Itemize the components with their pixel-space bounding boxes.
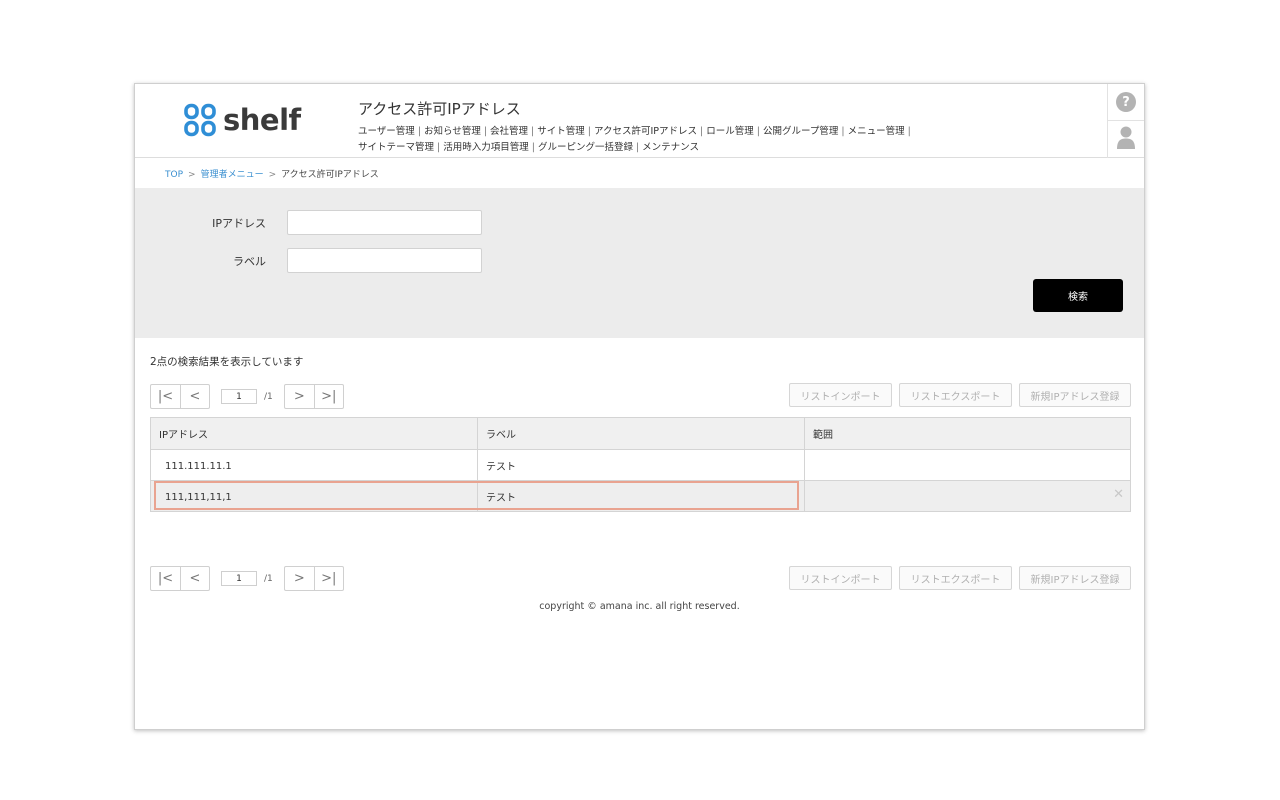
page-number-input[interactable]	[221, 389, 257, 404]
menu-item-role-management[interactable]: ロール管理	[706, 126, 754, 137]
menu-separator: |	[531, 126, 535, 137]
label-field-label: ラベル	[233, 255, 266, 268]
breadcrumb-admin-menu-link[interactable]: 管理者メニュー	[201, 170, 264, 180]
menu-item-company-management[interactable]: 会社管理	[490, 126, 528, 137]
menu-separator: |	[531, 141, 535, 153]
search-panel: IPアドレス ラベル 検索	[135, 188, 1144, 338]
menu-separator: |	[907, 126, 911, 137]
new-ip-register-button[interactable]: 新規IPアドレス登録	[1019, 383, 1131, 407]
menu-item-menu-management[interactable]: メニュー管理	[848, 126, 905, 137]
last-page-button[interactable]: >|	[313, 567, 343, 590]
menu-separator: |	[437, 141, 441, 153]
breadcrumb-current: アクセス許可IPアドレス	[281, 170, 379, 180]
new-ip-register-button[interactable]: 新規IPアドレス登録	[1019, 566, 1131, 590]
label-cell: テスト	[477, 481, 804, 511]
shelf-logo-icon	[183, 103, 217, 137]
first-page-button[interactable]: |<	[151, 385, 180, 408]
list-import-button[interactable]: リストインポート	[789, 383, 892, 407]
column-header-ip: IPアドレス	[159, 430, 208, 441]
pager-prev-group: |< <	[150, 384, 210, 409]
help-icon: ?	[1116, 92, 1136, 112]
ip-cell: 111.111.11.1	[151, 450, 477, 480]
next-page-button[interactable]: >	[285, 385, 314, 408]
user-icon	[1117, 125, 1135, 153]
page-number-input[interactable]	[221, 571, 257, 586]
ip-address-label: IPアドレス	[212, 217, 266, 230]
logo[interactable]: shelf	[183, 103, 301, 137]
list-import-button[interactable]: リストインポート	[789, 566, 892, 590]
search-button[interactable]: 検索	[1033, 279, 1123, 312]
menu-item-site-theme-management[interactable]: サイトテーマ管理	[358, 142, 434, 153]
app-window: shelf アクセス許可IPアドレス ユーザー管理 | お知らせ管理 | 会社管理 | サイ…	[134, 83, 1145, 730]
menu-item-public-group-management[interactable]: 公開グループ管理	[763, 126, 838, 137]
pager-prev-group: |< <	[150, 566, 210, 591]
menu-separator: |	[841, 126, 845, 137]
actions-top: リストインポート リストエクスポート 新規IPアドレス登録	[789, 383, 1131, 407]
first-page-button[interactable]: |<	[151, 567, 180, 590]
ip-value: 111.111.11.1	[165, 460, 232, 472]
user-button[interactable]	[1108, 121, 1144, 157]
help-button[interactable]: ?	[1108, 84, 1144, 121]
breadcrumb-top-link[interactable]: TOP	[165, 170, 183, 180]
ip-table: IPアドレス ラベル 範囲 111.111.11.1 テスト 111,111,1…	[150, 417, 1131, 512]
table-header-row: IPアドレス ラベル 範囲	[151, 418, 1130, 449]
table-row-selected[interactable]: 111,111,11,1 テスト ✕	[151, 480, 1130, 511]
page-title: アクセス許可IPアドレス	[358, 100, 521, 118]
label-cell: テスト	[477, 450, 804, 480]
menu-item-allowed-ip[interactable]: アクセス許可IPアドレス	[594, 126, 697, 137]
label-value: テスト	[486, 461, 516, 473]
next-page-button[interactable]: >	[285, 567, 314, 590]
menu-separator: |	[756, 126, 760, 137]
menu-separator: |	[417, 126, 422, 137]
result-count: 2点の検索結果を表示しています	[150, 356, 304, 368]
last-page-button[interactable]: >|	[313, 385, 343, 408]
pager-bottom: |< < /1 > >|	[150, 566, 344, 591]
page-total: /1	[264, 573, 273, 584]
menu-separator: |	[635, 141, 640, 153]
menu-item-maintenance[interactable]: メンテナンス	[642, 142, 699, 153]
ip-address-input[interactable]	[287, 210, 482, 235]
label-value: テスト	[486, 492, 516, 504]
copyright: copyright © amana inc. all right reserve…	[539, 601, 740, 612]
label-input[interactable]	[287, 248, 482, 273]
pager-top: |< < /1 > >|	[150, 384, 344, 409]
admin-menu: ユーザー管理 | お知らせ管理 | 会社管理 | サイト管理 | アクセス許可IPアドレス | ロー…	[358, 124, 918, 155]
delete-row-icon[interactable]: ✕	[1113, 488, 1124, 501]
logo-text: shelf	[223, 102, 301, 137]
page-total: /1	[264, 391, 273, 402]
breadcrumb: TOP > 管理者メニュー > アクセス許可IPアドレス	[165, 167, 379, 180]
list-export-button[interactable]: リストエクスポート	[899, 383, 1012, 407]
header-side-icons: ?	[1107, 84, 1144, 158]
prev-page-button[interactable]: <	[180, 385, 209, 408]
prev-page-button[interactable]: <	[180, 567, 209, 590]
table-row[interactable]: 111.111.11.1 テスト	[151, 449, 1130, 480]
menu-separator: |	[587, 126, 591, 137]
menu-separator: |	[483, 126, 488, 137]
pager-next-group: > >|	[283, 566, 344, 591]
breadcrumb-arrow: >	[188, 170, 196, 180]
ip-cell: 111,111,11,1	[151, 481, 477, 511]
menu-item-input-field-management[interactable]: 活用時入力項目管理	[443, 142, 529, 153]
range-cell	[804, 450, 1130, 480]
pager-next-group: > >|	[283, 384, 344, 409]
range-cell: ✕	[804, 481, 1130, 511]
actions-bottom: リストインポート リストエクスポート 新規IPアドレス登録	[789, 566, 1131, 590]
menu-item-notice-management[interactable]: お知らせ管理	[424, 126, 481, 137]
ip-value: 111,111,11,1	[165, 491, 232, 503]
menu-separator: |	[700, 126, 704, 137]
menu-item-user-management[interactable]: ユーザー管理	[358, 126, 415, 137]
menu-item-bulk-grouping[interactable]: グルーピング一括登録	[538, 142, 633, 153]
breadcrumb-arrow: >	[268, 170, 277, 180]
column-header-label: ラベル	[477, 418, 804, 449]
column-header-range: 範囲	[804, 418, 1130, 449]
list-export-button[interactable]: リストエクスポート	[899, 566, 1012, 590]
header: shelf アクセス許可IPアドレス ユーザー管理 | お知らせ管理 | 会社管理 | サイ…	[135, 84, 1144, 158]
menu-item-site-management[interactable]: サイト管理	[537, 126, 585, 137]
